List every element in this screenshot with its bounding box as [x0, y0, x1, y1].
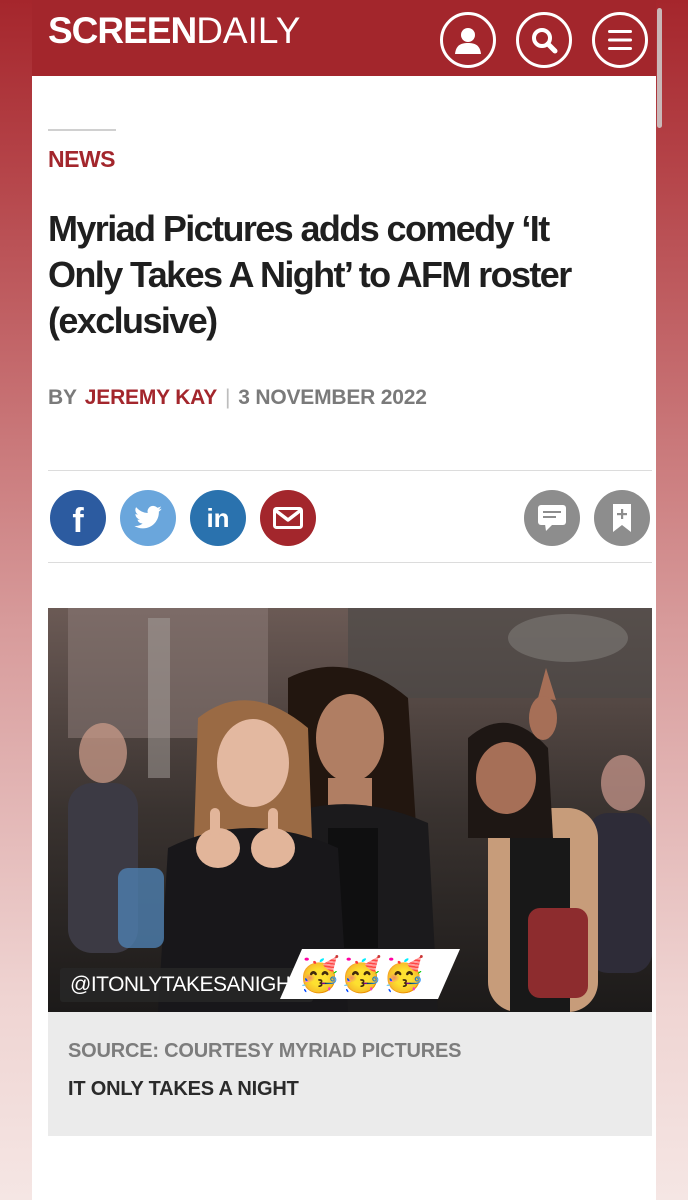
article-headline: Myriad Pictures adds comedy ‘It Only Tak…: [48, 206, 648, 344]
byline: BY JEREMY KAY | 3 NOVEMBER 2022: [48, 386, 427, 410]
email-icon: [273, 507, 303, 529]
caption-title: IT ONLY TAKES A NIGHT: [68, 1078, 299, 1100]
party-face-emojis: 🥳🥳🥳: [298, 955, 426, 995]
publish-date: 3 NOVEMBER 2022: [238, 386, 427, 409]
article-image[interactable]: @ITONLYTAKESANIGHT 🥳🥳🥳: [48, 608, 652, 1012]
share-divider-bottom: [48, 562, 652, 563]
user-icon: [455, 28, 481, 54]
share-divider-top: [48, 470, 652, 471]
bookmark-icon: [613, 504, 631, 532]
section-label[interactable]: NEWS: [48, 146, 116, 173]
author-link[interactable]: JEREMY KAY: [85, 386, 217, 410]
scrollbar[interactable]: [657, 8, 662, 128]
article-page: NEWS Myriad Pictures adds comedy ‘It Onl…: [32, 76, 656, 1200]
headline-line: Only Takes A Night’ to AFM roster: [48, 254, 572, 295]
share-facebook-button[interactable]: f: [50, 490, 106, 546]
logo-screen-text: SCREEN: [48, 10, 197, 51]
site-header: SCREEN DAILY: [32, 0, 656, 76]
instagram-handle-tag: @ITONLYTAKESANIGHT: [60, 968, 313, 1002]
facebook-icon: f: [72, 501, 84, 540]
image-caption: SOURCE: COURTESY MYRIAD PICTURES IT ONLY…: [48, 1012, 652, 1136]
headline-line: (exclusive): [48, 300, 218, 341]
comments-button[interactable]: [524, 490, 580, 546]
comment-icon: [538, 505, 566, 531]
caption-source: SOURCE: COURTESY MYRIAD PICTURES: [68, 1040, 462, 1062]
search-icon: [532, 28, 558, 54]
headline-line: Myriad Pictures adds comedy ‘It: [48, 208, 550, 249]
share-twitter-button[interactable]: [120, 490, 176, 546]
bookmark-button[interactable]: [594, 490, 650, 546]
share-email-button[interactable]: [260, 490, 316, 546]
logo-daily-text: DAILY: [196, 10, 301, 51]
share-linkedin-button[interactable]: in: [190, 490, 246, 546]
menu-button[interactable]: [592, 12, 648, 68]
twitter-icon: [134, 505, 162, 529]
linkedin-icon: in: [206, 502, 230, 533]
account-button[interactable]: [440, 12, 496, 68]
menu-icon: [608, 30, 632, 50]
search-button[interactable]: [516, 12, 572, 68]
byline-prefix: BY: [48, 386, 77, 409]
section-divider: [48, 129, 116, 131]
byline-separator: |: [225, 386, 231, 409]
site-logo[interactable]: SCREEN DAILY: [48, 12, 300, 56]
